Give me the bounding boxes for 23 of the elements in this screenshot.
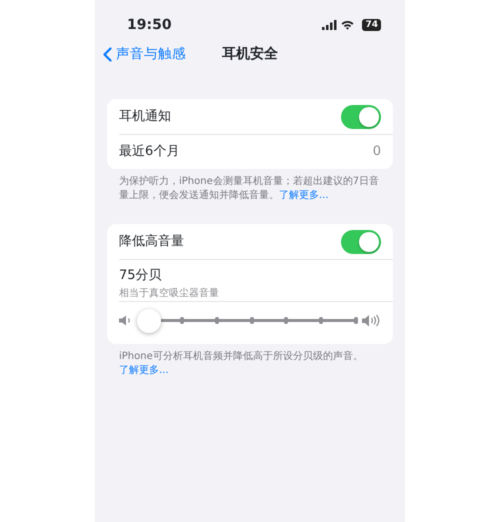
wifi-icon (341, 20, 354, 30)
setting-label: 耳机通知 (119, 108, 171, 126)
footer-text: iPhone可分析耳机音频并降低高于所设分贝级的声音。 了解更多... (119, 350, 364, 378)
toggle-switch[interactable] (341, 104, 381, 128)
volume-low-icon (119, 315, 133, 326)
setting-label: 75分贝 (119, 267, 162, 285)
page-title: 耳机安全 (222, 44, 278, 64)
setting-value: 0 (372, 143, 381, 162)
status-time: 19:50 (127, 16, 172, 34)
slider-thumb[interactable] (137, 308, 161, 332)
back-chevron-icon (103, 46, 112, 62)
volume-slider[interactable] (137, 308, 358, 332)
signal-icon (322, 20, 338, 30)
footer-text: 为保护听力，iPhone会测量耳机音量；若超出建议的7日音量上限，便会发送通知并降低音量。了解更多... (119, 175, 380, 203)
battery-icon: 74 (362, 19, 381, 31)
volume-high-icon (362, 314, 381, 327)
setting-label: 最近6个月 (119, 143, 180, 162)
back-button[interactable]: 声音与触感 (103, 44, 222, 64)
setting-label: 降低高音量 (119, 232, 184, 251)
setting-subtitle: 相当于真空吸尘器音量 (119, 286, 219, 300)
learn-more-link[interactable]: 了解更多... (119, 364, 169, 376)
learn-more-link[interactable]: 了解更多... (279, 190, 329, 201)
toggle-switch[interactable] (341, 230, 381, 254)
